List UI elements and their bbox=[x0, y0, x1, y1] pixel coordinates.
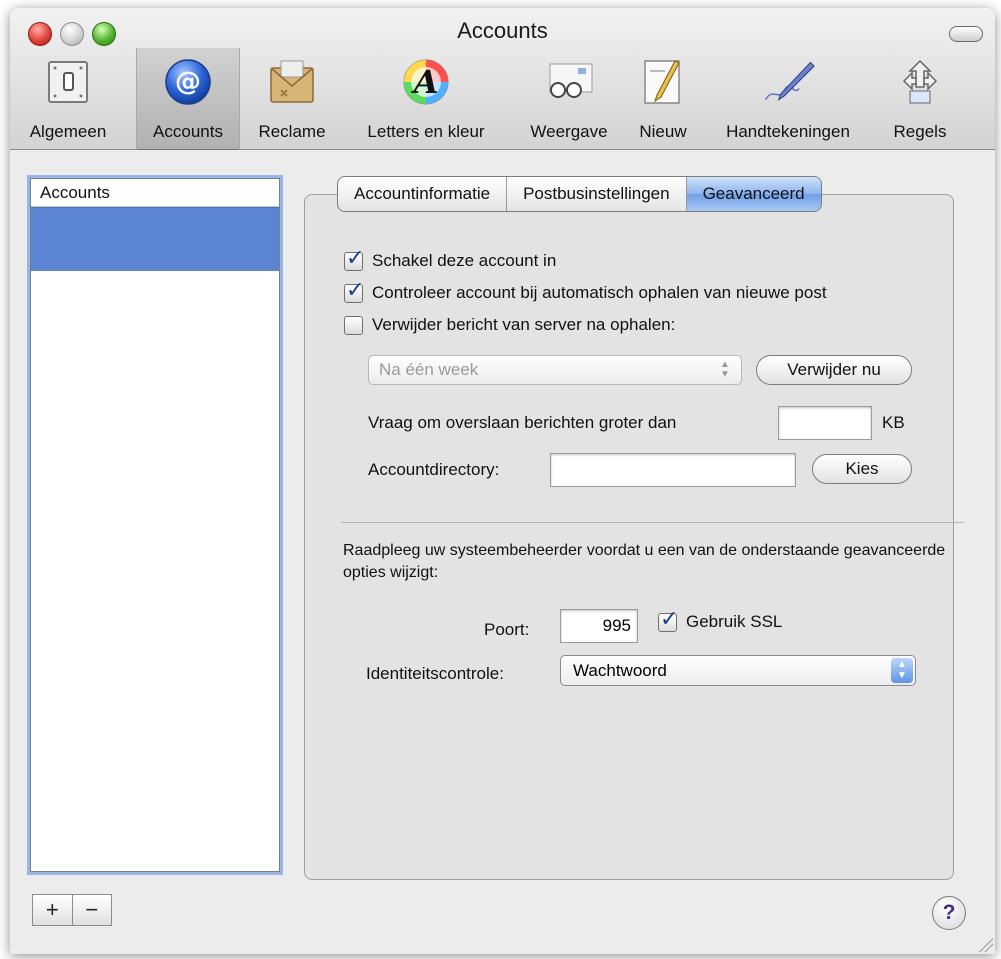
remove-after-popup[interactable]: Na één week ▲ ▼ bbox=[368, 355, 742, 385]
toolbar-label: Regels bbox=[893, 122, 947, 141]
accounts-list[interactable]: Accounts bbox=[30, 178, 280, 872]
remove-after-value: Na één week bbox=[379, 360, 479, 379]
accounts-list-header: Accounts bbox=[31, 179, 279, 207]
ssl-label: Gebruik SSL bbox=[686, 612, 783, 631]
toolbar-label: Algemeen bbox=[29, 122, 107, 141]
prompt-size-field[interactable] bbox=[778, 406, 872, 440]
ssl-row[interactable]: ✓ Gebruik SSL bbox=[658, 607, 783, 632]
kb-unit-label: KB bbox=[882, 413, 905, 432]
toolbar-item-accounts[interactable]: @ Accounts bbox=[136, 48, 240, 150]
tab-accountinformatie[interactable]: Accountinformatie bbox=[338, 177, 508, 211]
list-add-remove-controls: + − bbox=[32, 894, 112, 926]
separator bbox=[341, 522, 964, 523]
window-title: Accounts bbox=[457, 18, 548, 43]
compose-icon bbox=[635, 54, 691, 110]
enable-account-row[interactable]: ✓ Schakel deze account in bbox=[344, 246, 557, 271]
toolbar-item-letters-en-kleur[interactable]: A Letters en kleur bbox=[344, 48, 508, 150]
title-bar: Accounts Algemeen @ Accounts Reclame A L… bbox=[10, 8, 995, 150]
ssl-checkbox[interactable]: ✓ bbox=[658, 607, 678, 632]
rules-icon bbox=[892, 54, 948, 110]
junk-mail-icon bbox=[264, 54, 320, 110]
enable-account-checkbox[interactable]: ✓ bbox=[344, 246, 364, 271]
port-field[interactable]: 995 bbox=[560, 609, 638, 643]
remove-account-button[interactable]: − bbox=[73, 895, 112, 925]
preferences-window: Accounts Algemeen @ Accounts Reclame A L… bbox=[10, 8, 995, 954]
help-button[interactable]: ? bbox=[932, 896, 966, 930]
toolbar-item-handtekeningen[interactable]: Handtekeningen bbox=[706, 48, 870, 150]
authentication-value: Wachtwoord bbox=[573, 661, 667, 680]
prompt-size-label: Vraag om overslaan berichten groter dan bbox=[368, 413, 677, 432]
popup-arrows-icon: ▲ ▼ bbox=[720, 359, 730, 380]
include-auto-label: Controleer account bij automatisch ophal… bbox=[372, 283, 827, 302]
toolbar-label: Weergave bbox=[530, 122, 608, 141]
toolbar-label: Handtekeningen bbox=[726, 122, 850, 141]
svg-text:@: @ bbox=[175, 67, 201, 97]
choose-button[interactable]: Kies bbox=[812, 454, 912, 484]
remove-copy-checkbox[interactable] bbox=[344, 315, 363, 335]
fonts-colors-icon: A bbox=[398, 54, 454, 110]
account-directory-field[interactable] bbox=[550, 453, 796, 487]
remove-now-button[interactable]: Verwijder nu bbox=[756, 355, 912, 385]
toolbar-label: Letters en kleur bbox=[367, 122, 485, 141]
admin-note: Raadpleeg uw systeembeheerder voordat u … bbox=[343, 542, 946, 581]
toolbar-label: Accounts bbox=[153, 122, 223, 141]
switch-icon bbox=[40, 54, 96, 110]
signature-pen-icon bbox=[760, 54, 816, 110]
enable-account-label: Schakel deze account in bbox=[372, 251, 557, 270]
toolbar-toggle-button[interactable] bbox=[949, 26, 983, 42]
include-auto-checkbox[interactable]: ✓ bbox=[344, 278, 364, 303]
tab-geavanceerd[interactable]: Geavanceerd bbox=[686, 177, 821, 211]
toolbar-item-algemeen[interactable]: Algemeen bbox=[12, 48, 124, 150]
authentication-label: Identiteitscontrole: bbox=[366, 664, 504, 683]
resize-grip-icon[interactable] bbox=[977, 936, 993, 952]
preferences-toolbar: Algemeen @ Accounts Reclame A Letters en… bbox=[10, 48, 995, 150]
account-directory-label: Accountdirectory: bbox=[368, 460, 500, 479]
glasses-icon bbox=[541, 54, 597, 110]
remove-copy-row[interactable]: Verwijder bericht van server na ophalen: bbox=[344, 315, 675, 335]
toolbar-label: Reclame bbox=[258, 122, 326, 141]
tab-bar: Accountinformatie Postbusinstellingen Ge… bbox=[337, 176, 822, 212]
tab-postbusinstellingen[interactable]: Postbusinstellingen bbox=[507, 177, 687, 211]
toolbar-item-nieuw[interactable]: Nieuw bbox=[626, 48, 700, 150]
authentication-popup[interactable]: Wachtwoord ▲ ▼ bbox=[560, 655, 916, 686]
selected-account-row[interactable] bbox=[31, 207, 279, 271]
include-auto-row[interactable]: ✓ Controleer account bij automatisch oph… bbox=[344, 278, 827, 303]
port-label: Poort: bbox=[484, 620, 530, 639]
svg-text:A: A bbox=[411, 63, 439, 101]
toolbar-item-weergave[interactable]: Weergave bbox=[516, 48, 622, 150]
toolbar-label: Nieuw bbox=[639, 122, 687, 141]
popup-arrows-icon: ▲ ▼ bbox=[891, 658, 913, 683]
at-sign-icon: @ bbox=[160, 54, 216, 110]
toolbar-item-regels[interactable]: Regels bbox=[878, 48, 962, 150]
toolbar-item-reclame[interactable]: Reclame bbox=[250, 48, 334, 150]
add-account-button[interactable]: + bbox=[33, 895, 72, 925]
remove-copy-label: Verwijder bericht van server na ophalen: bbox=[372, 315, 676, 334]
